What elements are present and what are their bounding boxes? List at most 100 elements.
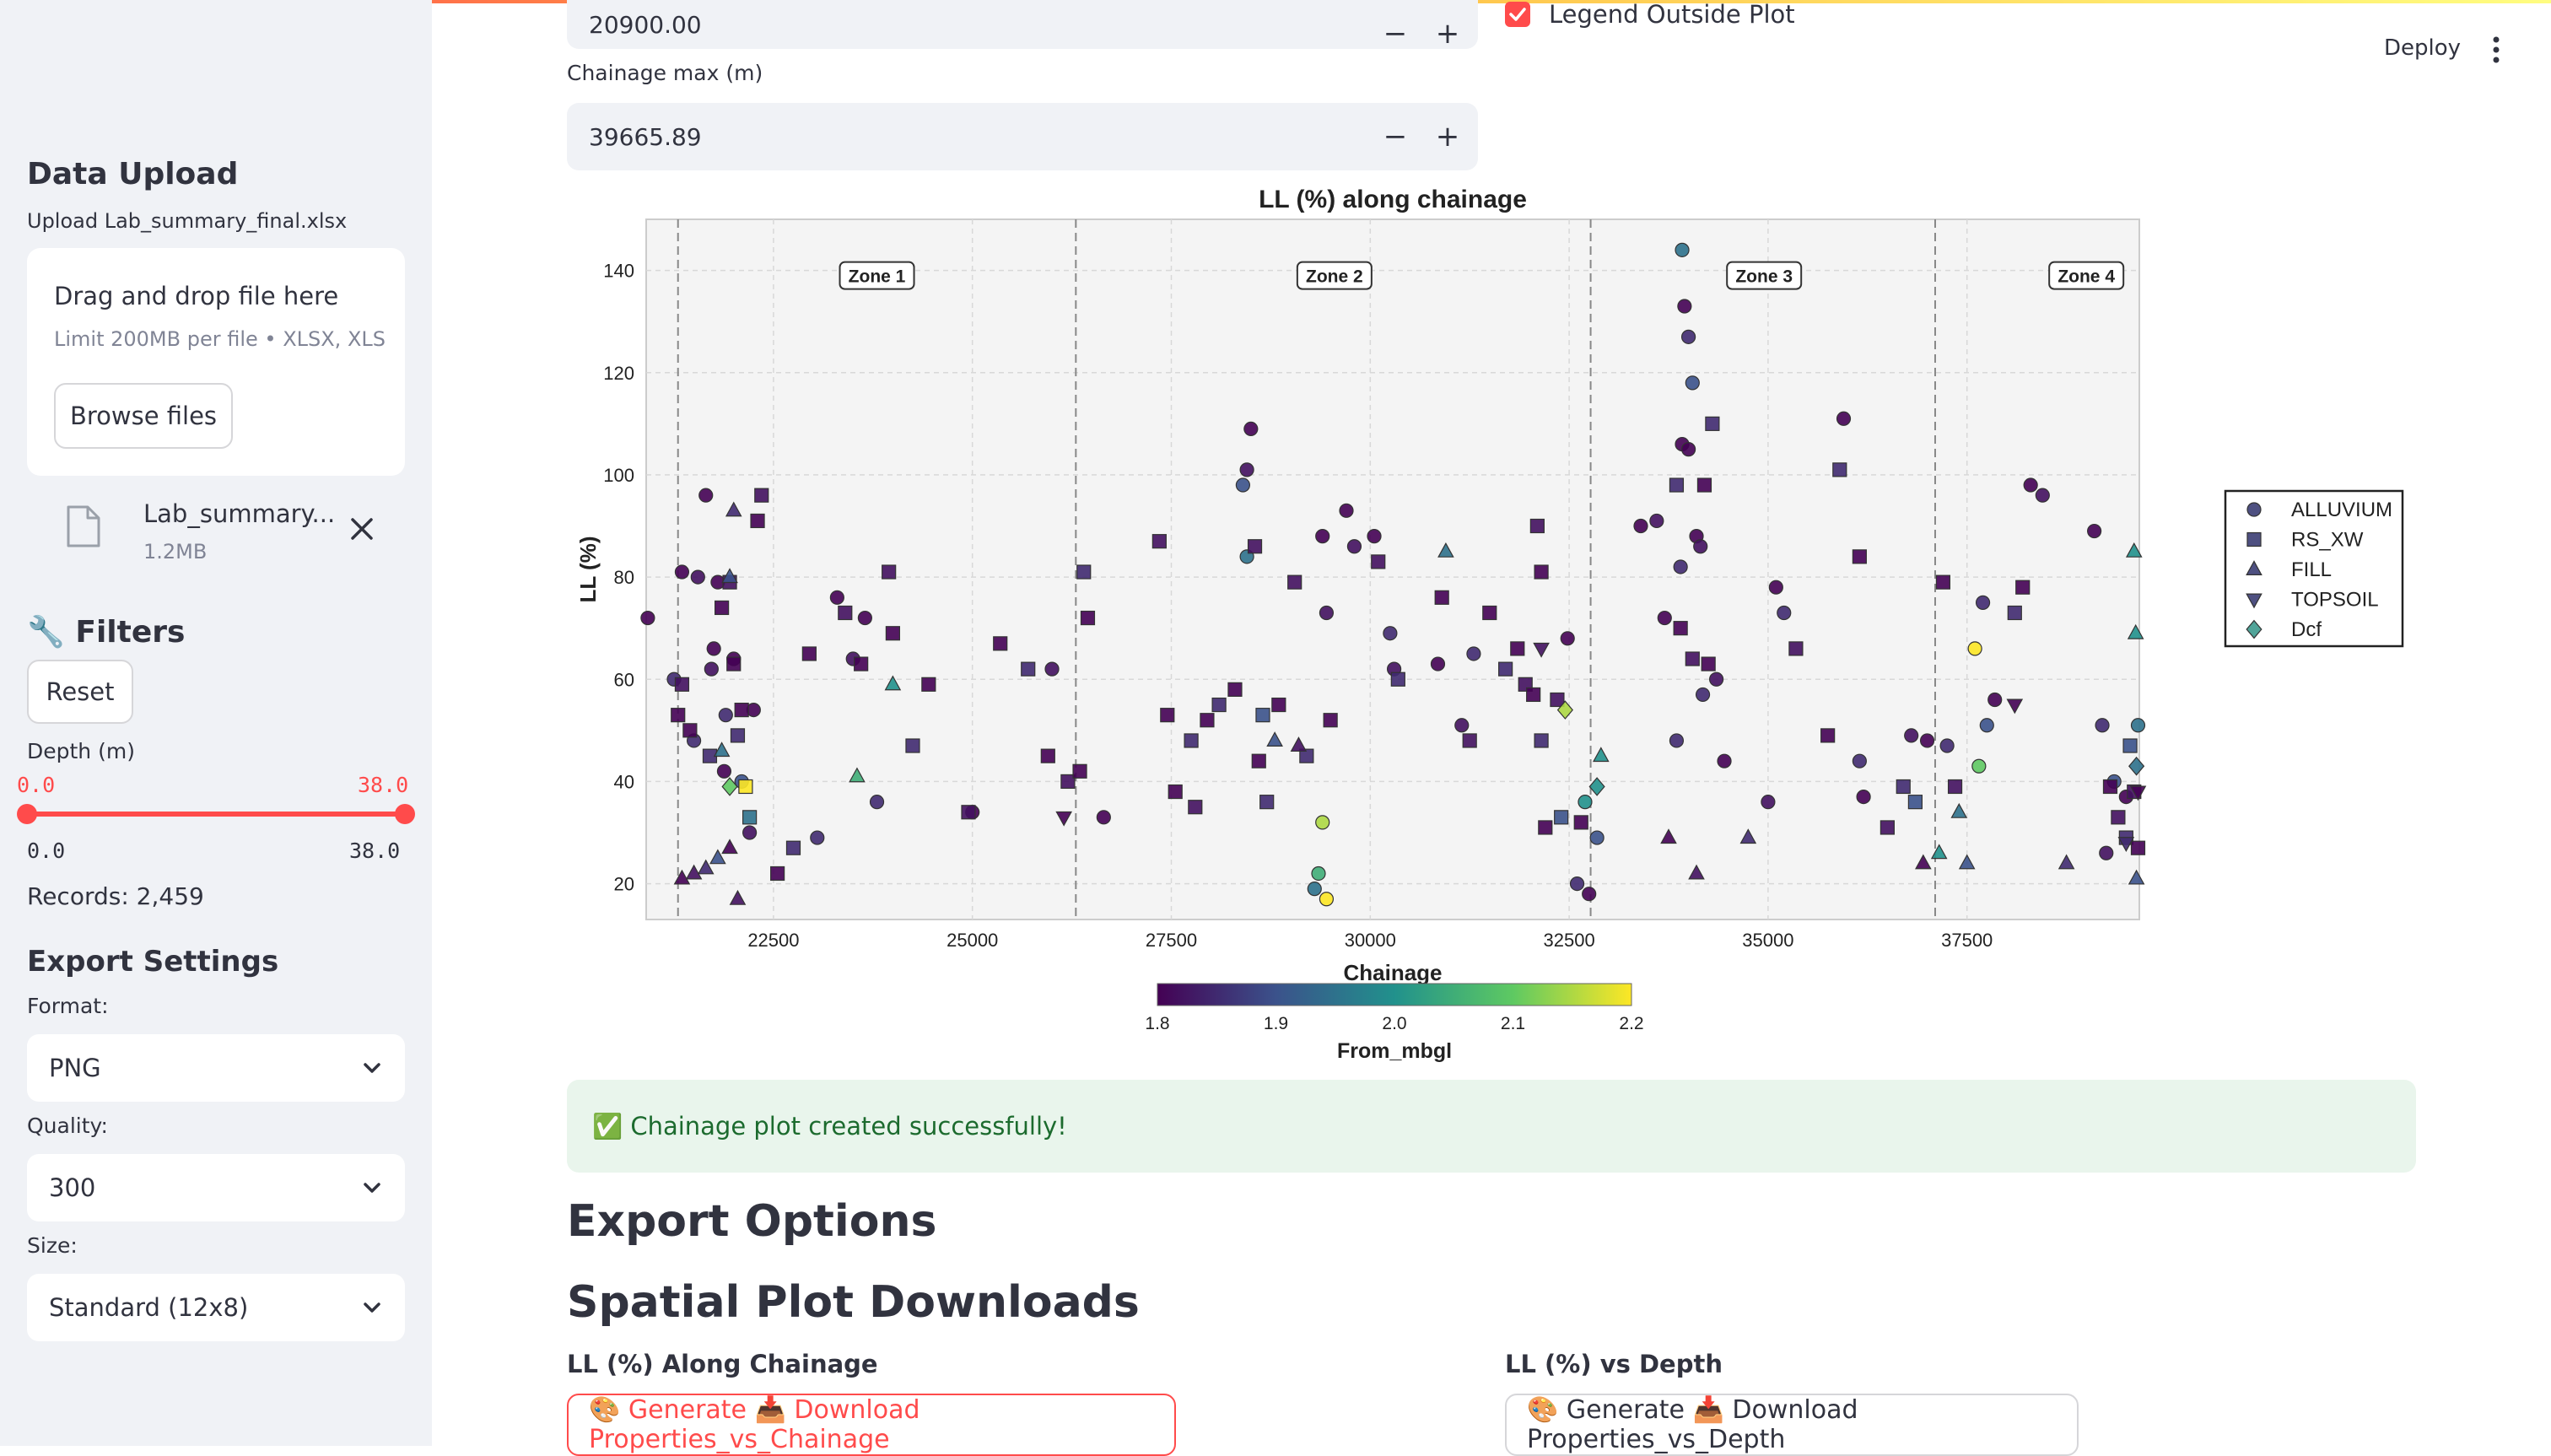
chainage-min-value: 20900.00 — [589, 10, 702, 39]
depth-export-label: LL (%) vs Depth — [1505, 1350, 1723, 1378]
legend-outside-checkbox[interactable] — [1505, 2, 1530, 27]
data-point — [742, 810, 758, 825]
data-point — [1971, 758, 1987, 774]
file-icon — [66, 504, 101, 552]
remove-file-icon[interactable] — [349, 516, 375, 545]
data-point — [704, 661, 719, 677]
x-tick-label: 37500 — [1941, 930, 1993, 951]
reset-button[interactable]: Reset — [27, 660, 133, 724]
chainage-min-increment[interactable]: + — [1422, 0, 1473, 67]
format-select[interactable]: PNG — [27, 1034, 405, 1102]
data-point — [690, 569, 705, 585]
data-point — [1247, 539, 1263, 554]
y-tick-label: 60 — [614, 669, 634, 690]
x-tick-label: 30000 — [1345, 930, 1396, 951]
data-point — [2015, 580, 2031, 595]
format-value: PNG — [49, 1054, 101, 1082]
more-menu-icon[interactable] — [2490, 35, 2502, 67]
data-point — [1669, 733, 1685, 748]
data-point — [905, 738, 920, 753]
data-point — [1695, 687, 1711, 703]
chainage-max-increment[interactable]: + — [1422, 103, 1473, 170]
y-axis-label: LL (%) — [575, 537, 601, 603]
data-point — [1235, 477, 1250, 493]
dropzone-title: Drag and drop file here — [54, 282, 339, 310]
data-point — [742, 825, 758, 840]
data-point — [1076, 564, 1092, 580]
filters-title: 🔧 Filters — [27, 615, 186, 650]
data-point — [1967, 641, 1982, 656]
data-point — [1633, 518, 1648, 534]
file-size: 1.2MB — [143, 540, 208, 564]
data-point — [2102, 779, 2118, 795]
data-point — [1987, 692, 2003, 708]
plot-area — [645, 218, 2140, 920]
data-point — [1239, 462, 1254, 477]
data-point — [1701, 656, 1716, 671]
data-point — [1673, 621, 1688, 636]
data-point — [1188, 800, 1203, 815]
download-chainage-button[interactable]: 🎨 Generate 📥 Download Properties_vs_Chai… — [567, 1394, 1176, 1456]
legend-label: TOPSOIL — [2291, 589, 2379, 612]
data-point — [1200, 713, 1215, 728]
data-point — [1184, 733, 1199, 748]
success-alert: ✅ Chainage plot created successfully! — [567, 1080, 2416, 1173]
data-point — [1649, 513, 1664, 529]
data-point — [1669, 477, 1685, 493]
data-point — [730, 728, 746, 743]
data-point — [1680, 442, 1696, 457]
data-point — [715, 600, 730, 616]
download-depth-button[interactable]: 🎨 Generate 📥 Download Properties_vs_Dept… — [1505, 1394, 2079, 1456]
browse-files-button[interactable]: Browse files — [54, 383, 233, 449]
data-point — [1939, 738, 1955, 753]
data-point — [1315, 529, 1330, 544]
data-point — [754, 488, 769, 503]
data-point — [1339, 503, 1354, 518]
data-point — [2095, 718, 2110, 733]
data-point — [738, 779, 753, 795]
data-point — [1383, 626, 1398, 641]
data-point — [854, 656, 869, 671]
y-tick-label: 20 — [614, 874, 634, 895]
legend-label: FILL — [2291, 558, 2332, 581]
x-tick-label: 27500 — [1146, 930, 1197, 951]
zone-label: Zone 3 — [1735, 267, 1793, 287]
file-dropzone[interactable]: Drag and drop file here Limit 200MB per … — [27, 248, 405, 476]
dropzone-hint: Limit 200MB per file • XLSX, XLS — [54, 327, 386, 351]
data-point — [1820, 728, 1836, 743]
data-point — [734, 703, 749, 718]
legend-label: RS_XW — [2291, 529, 2364, 552]
data-point — [921, 677, 936, 692]
data-point — [1367, 529, 1382, 544]
data-point — [1307, 882, 1322, 897]
data-point — [1578, 795, 1593, 810]
depth-slider-min-handle[interactable] — [17, 804, 37, 824]
chainage-min-decrement[interactable]: − — [1370, 0, 1421, 67]
data-point — [1856, 789, 1871, 805]
data-point — [671, 708, 686, 723]
data-point — [718, 708, 733, 723]
data-point — [1346, 539, 1362, 554]
size-select[interactable]: Standard (12x8) — [27, 1274, 405, 1341]
data-point — [1259, 795, 1275, 810]
data-point — [716, 763, 732, 779]
depth-slider-track[interactable] — [27, 812, 405, 817]
data-point — [857, 610, 872, 626]
chainage-max-input[interactable]: 39665.89 — [567, 103, 1478, 170]
depth-slider-max-handle[interactable] — [395, 804, 415, 824]
data-point — [1044, 661, 1060, 677]
chainage-min-input[interactable]: 20900.00 — [567, 0, 1478, 49]
chainage-max-decrement[interactable]: − — [1370, 103, 1421, 170]
deploy-button[interactable]: Deploy — [2384, 35, 2461, 61]
data-point — [1526, 687, 1541, 703]
data-point — [2023, 477, 2038, 493]
data-point — [1454, 718, 1470, 733]
data-point — [682, 723, 698, 738]
data-point — [2099, 845, 2114, 860]
data-point — [1271, 697, 1286, 713]
quality-select[interactable]: 300 — [27, 1154, 405, 1221]
data-point — [993, 636, 1008, 651]
data-point — [1243, 421, 1259, 436]
data-point — [1211, 697, 1227, 713]
upload-label: Upload Lab_summary_final.xlsx — [27, 209, 348, 233]
